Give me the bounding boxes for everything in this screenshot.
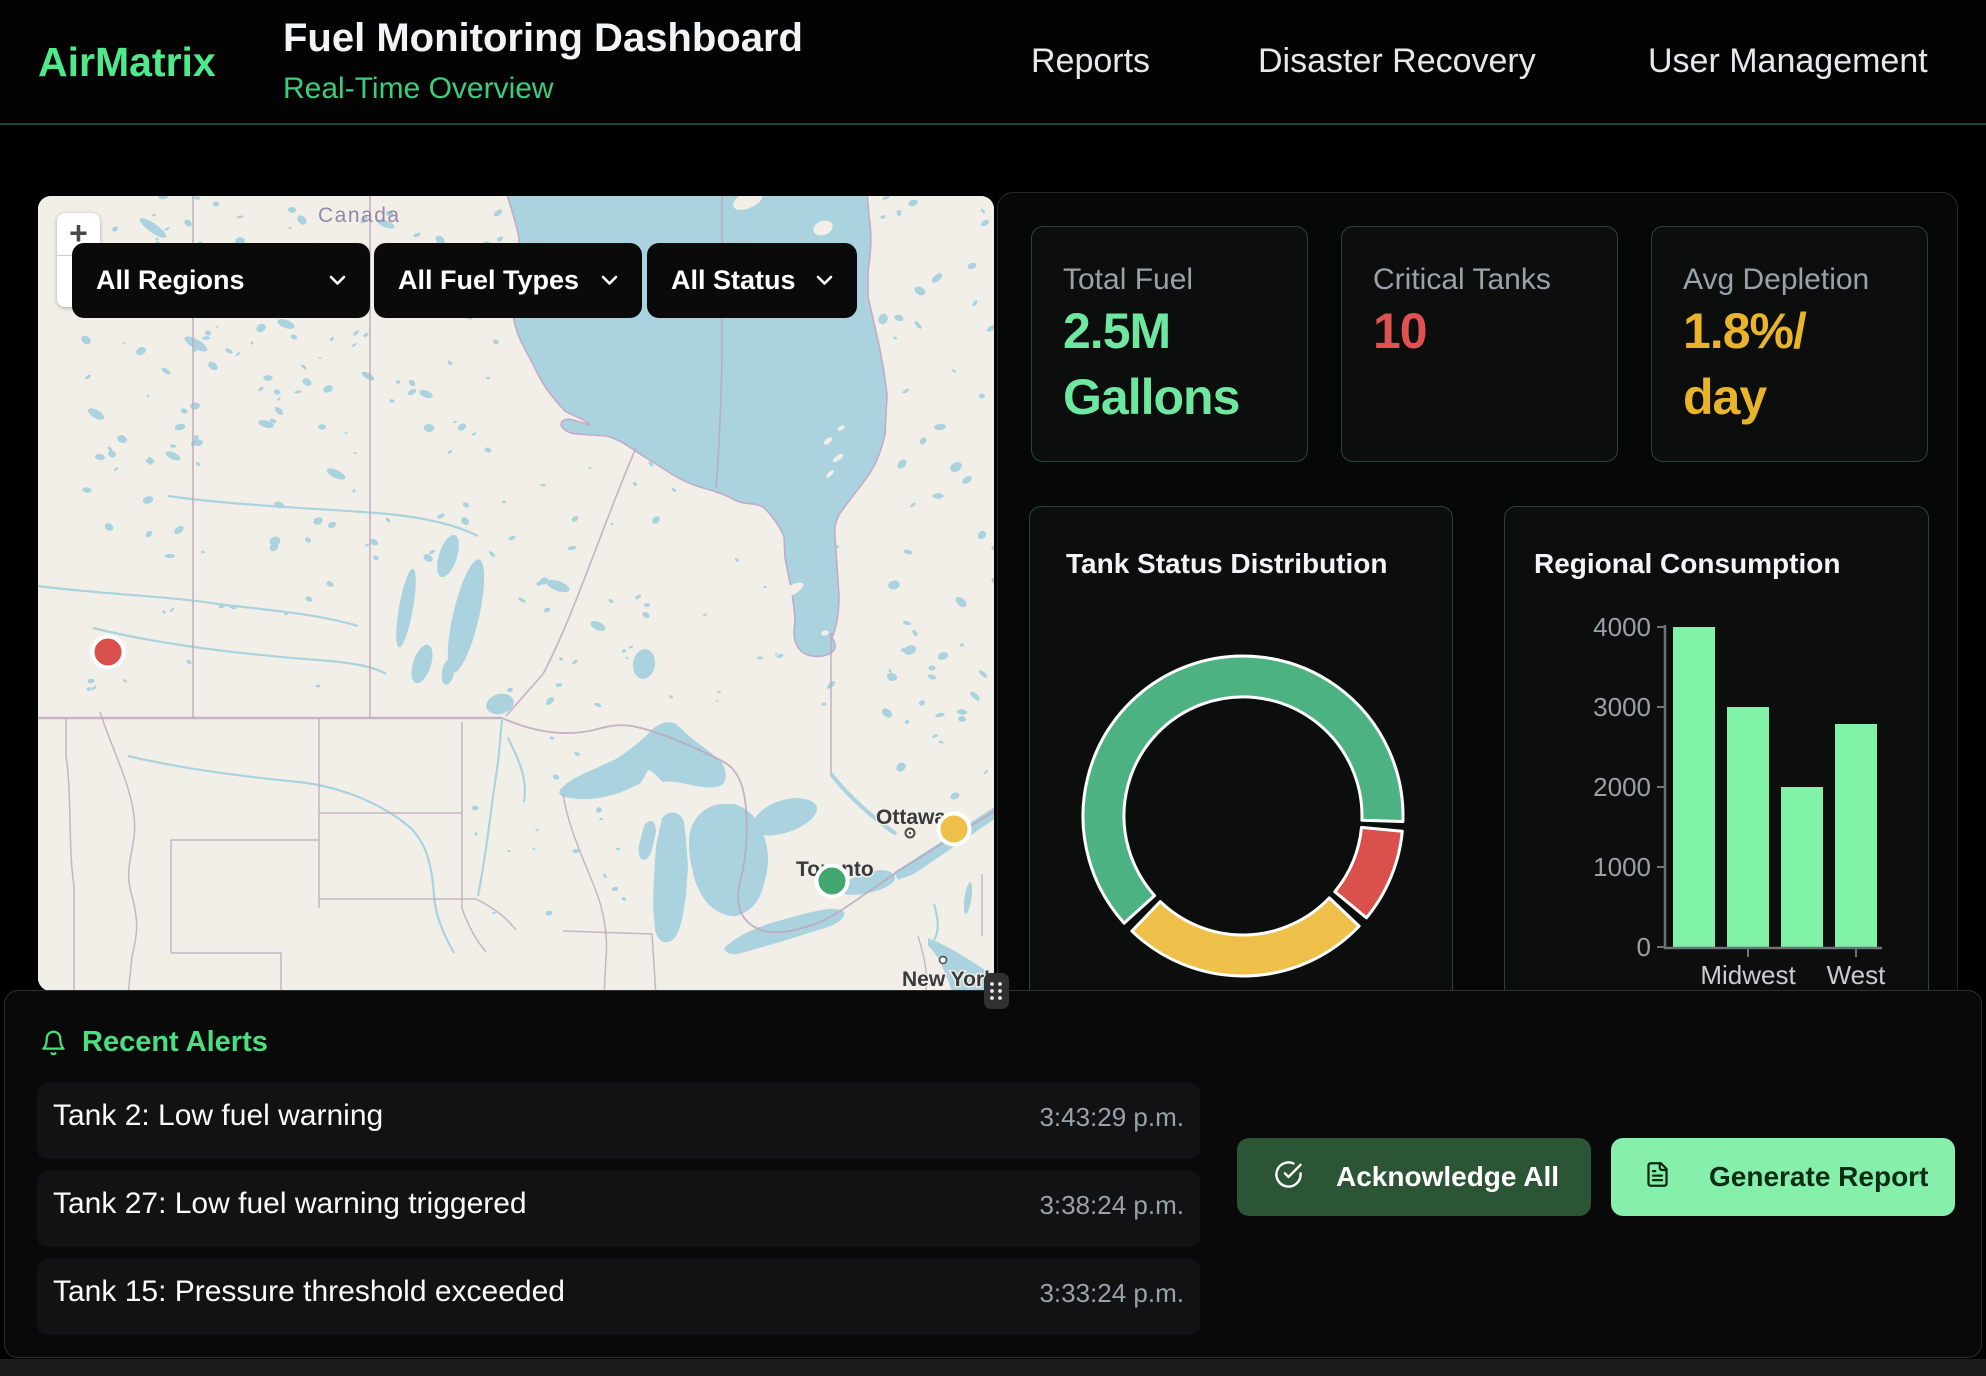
svg-text:West: West	[1827, 960, 1887, 990]
svg-text:Ottawa: Ottawa	[876, 806, 946, 829]
svg-text:0: 0	[1637, 932, 1651, 962]
svg-text:2000: 2000	[1593, 772, 1651, 802]
svg-text:1000: 1000	[1593, 852, 1651, 882]
svg-text:New York: New York	[902, 968, 994, 991]
svg-text:3000: 3000	[1593, 692, 1651, 722]
svg-text:Midwest: Midwest	[1700, 960, 1796, 990]
svg-text:Canada: Canada	[318, 204, 401, 227]
svg-text:4000: 4000	[1593, 612, 1651, 642]
